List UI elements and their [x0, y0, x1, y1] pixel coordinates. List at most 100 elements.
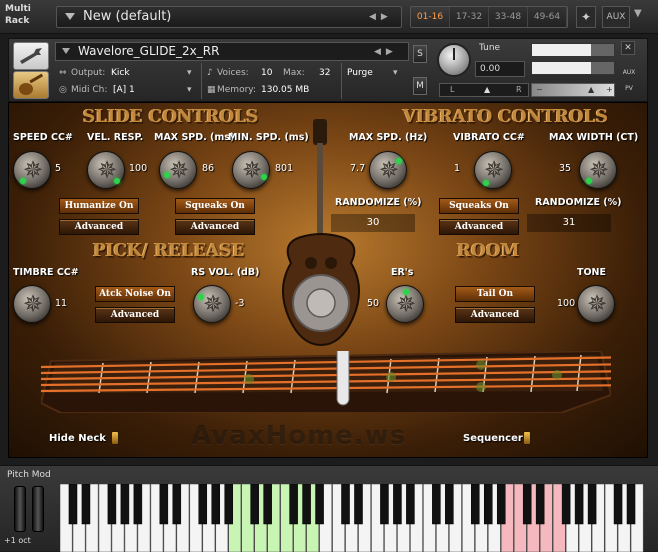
black-key[interactable] [587, 484, 597, 525]
black-key[interactable] [613, 484, 623, 525]
aux-side-label[interactable]: AUX [621, 69, 637, 76]
black-key[interactable] [120, 484, 130, 525]
slide-bar[interactable] [336, 351, 350, 406]
chevron-down-icon[interactable]: ▾ [187, 68, 192, 78]
speed-cc-label: SPEED CC# [13, 132, 73, 143]
mod-wheel[interactable] [32, 486, 44, 532]
black-key[interactable] [341, 484, 350, 525]
tab-01-16[interactable]: 01-16 [411, 7, 450, 27]
timbre-cc-knob[interactable]: ✵ [13, 285, 51, 323]
black-key[interactable] [354, 484, 363, 525]
black-key[interactable] [68, 484, 78, 525]
mute-button[interactable]: M [413, 77, 427, 95]
tune-knob[interactable] [437, 43, 471, 77]
pitch-wheel[interactable] [14, 486, 26, 532]
black-key[interactable] [393, 484, 402, 525]
black-key[interactable] [380, 484, 389, 525]
vibrato-max-spd-knob[interactable]: ✵ [369, 151, 407, 189]
ers-knob[interactable]: ✵ [386, 285, 424, 323]
black-key[interactable] [574, 484, 584, 525]
chevron-down-icon[interactable]: ▾ [393, 68, 398, 78]
black-key[interactable] [211, 484, 221, 525]
pv-side-label[interactable]: PV [621, 85, 637, 92]
tail-advanced-button[interactable]: Advanced [455, 307, 535, 323]
rack-view-icon[interactable]: ✦ [576, 6, 596, 28]
purge-button[interactable]: Purge [347, 68, 373, 78]
black-key[interactable] [250, 484, 259, 525]
black-key[interactable] [496, 484, 506, 525]
vibrato-cc-knob[interactable]: ✵ [474, 151, 512, 189]
wrench-icon[interactable] [13, 42, 49, 70]
vibrato-squeaks-advanced-button[interactable]: Advanced [439, 219, 519, 235]
black-key[interactable] [561, 484, 571, 525]
chevron-down-icon[interactable] [62, 48, 70, 54]
slide-squeaks-advanced-button[interactable]: Advanced [175, 219, 255, 235]
vibrato-squeaks-on-button[interactable]: Squeaks On [439, 198, 519, 214]
black-key[interactable] [535, 484, 545, 525]
black-key[interactable] [263, 484, 272, 525]
prev-next-arrows-icon[interactable]: ◀▶ [369, 12, 393, 22]
aux-button[interactable]: AUX [602, 6, 630, 28]
midi-channel-value[interactable]: [A] 1 [113, 85, 135, 95]
min-spd-ms-knob[interactable]: ✵ [232, 151, 270, 189]
black-key[interactable] [522, 484, 532, 525]
piano-keyboard[interactable] [60, 484, 644, 552]
rs-vol-knob[interactable]: ✵ [193, 285, 231, 323]
chevron-down-icon[interactable] [65, 13, 75, 20]
prev-next-arrows-icon[interactable]: ◀▶ [374, 47, 398, 57]
slide-squeaks-on-button[interactable]: Squeaks On [175, 198, 255, 214]
watermark-text: AvaxHome.ws [191, 421, 407, 451]
black-key[interactable] [483, 484, 493, 525]
tone-knob[interactable]: ✵ [577, 285, 615, 323]
chevron-down-icon[interactable]: ▼ [634, 8, 642, 19]
hide-neck-toggle[interactable] [111, 431, 119, 445]
black-key[interactable] [302, 484, 311, 525]
humanize-advanced-button[interactable]: Advanced [59, 219, 139, 235]
max-voices-value[interactable]: 32 [319, 68, 330, 78]
guitar-icon[interactable] [13, 71, 49, 99]
tail-on-button[interactable]: Tail On [455, 286, 535, 302]
black-key[interactable] [81, 484, 91, 525]
chevron-down-icon[interactable]: ▾ [187, 85, 192, 95]
randomize-speed-value[interactable]: 30 [331, 214, 415, 232]
max-spd-ms-knob[interactable]: ✵ [159, 151, 197, 189]
black-key[interactable] [445, 484, 454, 525]
black-key[interactable] [289, 484, 298, 525]
tab-17-32[interactable]: 17-32 [450, 7, 489, 27]
instrument-header: Wavelore_GLIDE_2x_RR ◀▶ ⇔ Output: Kick ▾… [8, 38, 648, 102]
black-key[interactable] [224, 484, 233, 525]
black-key[interactable] [159, 484, 169, 525]
black-key[interactable] [198, 484, 208, 525]
speed-cc-value: 5 [55, 163, 62, 174]
black-key[interactable] [172, 484, 182, 525]
volume-handle-icon[interactable]: ▲ [588, 85, 594, 94]
speed-cc-knob[interactable]: ✵ [13, 151, 51, 189]
instrument-name-field[interactable]: Wavelore_GLIDE_2x_RR ◀▶ [55, 42, 409, 61]
max-width-knob[interactable]: ✵ [579, 151, 617, 189]
black-key[interactable] [133, 484, 143, 525]
tab-49-64[interactable]: 49-64 [528, 7, 567, 27]
tab-33-48[interactable]: 33-48 [489, 7, 528, 27]
vel-resp-knob[interactable]: ✵ [87, 151, 125, 189]
humanize-on-button[interactable]: Humanize On [59, 198, 139, 214]
octave-label[interactable]: +1 oct [4, 536, 31, 545]
black-key[interactable] [406, 484, 415, 525]
tune-value[interactable]: 0.00 [475, 61, 525, 77]
atck-noise-on-button[interactable]: Atck Noise On [95, 286, 175, 302]
multi-preset-selector[interactable]: New (default) ◀▶ [56, 6, 402, 28]
black-key[interactable] [315, 484, 324, 525]
black-key[interactable] [107, 484, 117, 525]
volume-slider[interactable]: − ▲ + [531, 83, 615, 97]
sequencer-toggle[interactable] [523, 431, 531, 445]
pan-slider[interactable]: L ▲ R [439, 83, 529, 97]
multi-rack-label-line1: Multi [5, 4, 31, 14]
randomize-width-value[interactable]: 31 [527, 214, 611, 232]
black-key[interactable] [432, 484, 441, 525]
atck-noise-advanced-button[interactable]: Advanced [95, 307, 175, 323]
solo-button[interactable]: S [413, 45, 427, 63]
black-key[interactable] [626, 484, 636, 525]
close-icon[interactable]: ✕ [621, 41, 635, 55]
guitar-neck-display[interactable] [41, 351, 611, 413]
output-value[interactable]: Kick [111, 68, 130, 78]
black-key[interactable] [471, 484, 480, 525]
